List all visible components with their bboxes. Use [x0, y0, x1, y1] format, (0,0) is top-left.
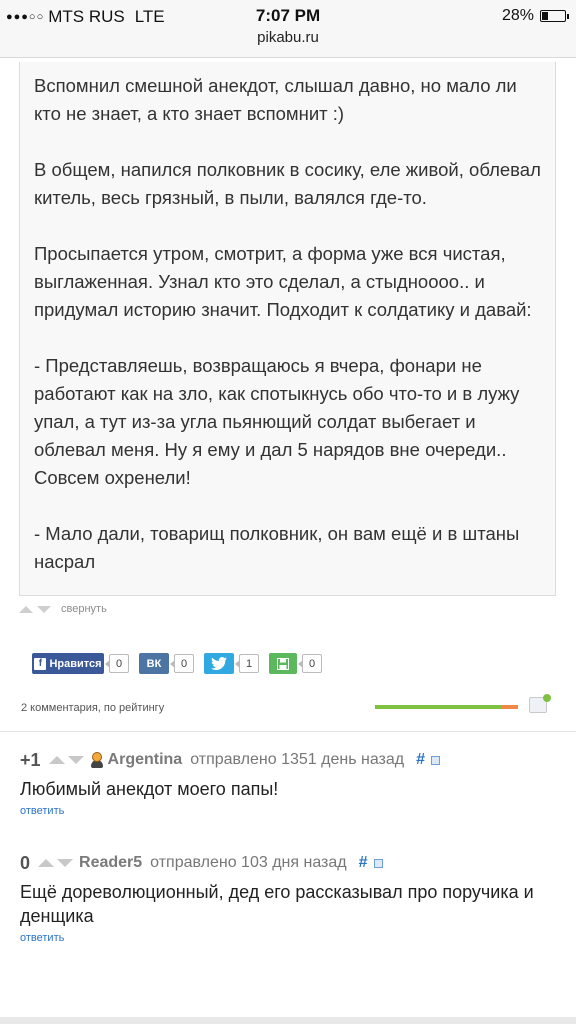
comment-header: 0 Reader5 отправлено 103 дня назад #: [20, 850, 560, 876]
comment-text: Любимый анекдот моего папы!: [20, 779, 279, 799]
clock: 7:07 PM: [255, 6, 321, 25]
vk-icon: ВК: [146, 657, 162, 670]
downvote-icon[interactable]: [67, 756, 84, 764]
story-paragraph: Вспомнил смешной анекдот, слышал давно, …: [34, 75, 522, 124]
story-paragraph: - Мало дали, товарищ полковник, он вам е…: [34, 523, 525, 572]
vk-count: 0: [170, 654, 194, 673]
save-count: 0: [298, 654, 322, 673]
divider: [0, 731, 576, 732]
comment-permalink[interactable]: #: [416, 751, 425, 769]
comment-author[interactable]: Reader5: [79, 854, 142, 872]
story-paragraph: В общем, напился полковник в сосику, еле…: [34, 159, 547, 208]
facebook-like-label: Нравится: [49, 657, 102, 670]
image-toggle-icon[interactable]: [529, 694, 551, 713]
twitter-share-button[interactable]: [204, 653, 234, 674]
facebook-like-button[interactable]: f Нравится: [32, 653, 104, 674]
facebook-icon: f: [34, 657, 47, 670]
comment-rating: 0: [20, 852, 31, 873]
reply-link[interactable]: ответить: [20, 932, 560, 944]
share-bar: f Нравится 0 ВК 0 1 0: [32, 653, 332, 674]
collapse-link[interactable]: свернуть: [61, 603, 107, 615]
reply-link[interactable]: ответить: [20, 805, 560, 817]
floppy-icon: [277, 657, 289, 670]
save-button[interactable]: [269, 653, 297, 674]
battery-icon: [540, 10, 569, 22]
rating-bar-negative: [502, 705, 518, 709]
vk-share: ВК 0: [139, 653, 194, 674]
facebook-count: 0: [105, 654, 129, 673]
upvote-icon[interactable]: [19, 605, 33, 613]
battery-fill: [542, 12, 549, 20]
comment-rating: +1: [20, 749, 41, 770]
comment: 0 Reader5 отправлено 103 дня назад # Ещё…: [20, 850, 560, 945]
rating-bar: [375, 705, 518, 709]
save-comment-icon[interactable]: [373, 858, 383, 868]
save-share: 0: [269, 653, 322, 674]
story-paragraph: Просыпается утром, смотрит, а форма уже …: [34, 243, 532, 320]
downvote-icon[interactable]: [57, 859, 74, 867]
comment-timestamp: отправлено 103 дня назад: [150, 854, 347, 871]
twitter-icon: [211, 657, 227, 670]
comment-permalink[interactable]: #: [359, 854, 368, 872]
facebook-share: f Нравится 0: [32, 653, 129, 674]
comment-header: +1 Argentina отправлено 1351 день назад …: [20, 747, 560, 773]
twitter-count: 1: [235, 654, 259, 673]
status-right: 28%: [501, 7, 569, 25]
upvote-icon[interactable]: [38, 859, 55, 867]
comment-text: Ещё дореволюционный, дед его рассказывал…: [20, 882, 534, 926]
status-bar: ●●●○○ MTS RUS LTE 7:07 PM pikabu.ru 28%: [0, 0, 576, 58]
twitter-share: 1: [204, 653, 259, 674]
story-content: Вспомнил смешной анекдот, слышал давно, …: [19, 62, 556, 596]
address-bar-url[interactable]: pikabu.ru: [0, 29, 576, 46]
comment-author[interactable]: Argentina: [108, 751, 183, 769]
comment-timestamp: отправлено 1351 день назад: [190, 751, 405, 768]
upvote-icon[interactable]: [48, 756, 65, 764]
battery-percent: 28%: [501, 7, 534, 24]
downvote-icon[interactable]: [37, 605, 51, 613]
comment: +1 Argentina отправлено 1351 день назад …: [20, 747, 560, 817]
comments-count[interactable]: 2 комментария, по рейтингу: [21, 702, 164, 714]
avatar[interactable]: [90, 752, 104, 768]
story-vote-controls: свернуть: [19, 603, 107, 615]
vk-share-button[interactable]: ВК: [139, 653, 169, 674]
save-comment-icon[interactable]: [431, 755, 441, 765]
next-content-edge: [0, 1017, 576, 1024]
story-paragraph: - Представляешь, возвращаюсь я вчера, фо…: [34, 355, 525, 488]
